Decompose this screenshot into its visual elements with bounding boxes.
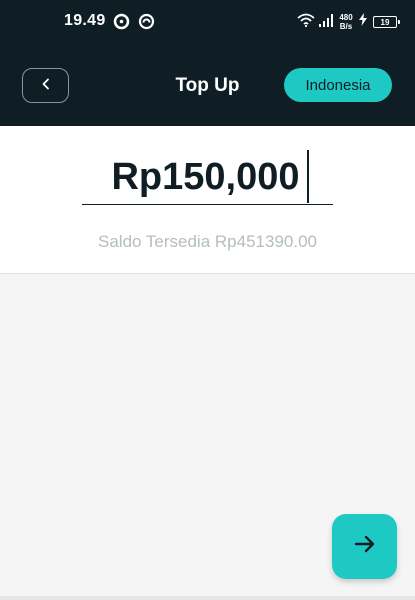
amount-input[interactable]: Rp150,000 <box>82 150 333 204</box>
arrow-right-icon <box>354 534 376 559</box>
status-time: 19.49 <box>64 12 106 29</box>
country-selector-button[interactable]: Indonesia <box>284 68 392 102</box>
gojek-notification-icon <box>113 13 130 30</box>
status-indicators: 480 B/s 19 <box>297 10 400 34</box>
bottom-divider <box>0 596 415 600</box>
wifi-icon <box>297 13 315 32</box>
signal-icon <box>319 13 333 32</box>
next-button[interactable] <box>332 514 397 579</box>
amount-field[interactable]: Rp150,000 <box>82 150 333 205</box>
network-speed-value: 480 <box>339 13 353 22</box>
battery-icon: 19 <box>373 16 400 28</box>
app-header: Top Up Indonesia <box>0 45 415 126</box>
app-notification-icon <box>138 13 155 30</box>
battery-level: 19 <box>380 17 390 27</box>
network-speed: 480 B/s <box>337 13 355 31</box>
text-cursor <box>307 150 309 203</box>
available-balance: Saldo Tersedia Rp451390.00 <box>98 232 317 251</box>
status-bar: 19.49 480 B/s 19 <box>0 0 415 45</box>
amount-card: Rp150,000 Saldo Tersedia Rp451390.00 <box>0 126 415 274</box>
charging-icon <box>359 13 367 31</box>
network-speed-unit: B/s <box>339 22 353 31</box>
